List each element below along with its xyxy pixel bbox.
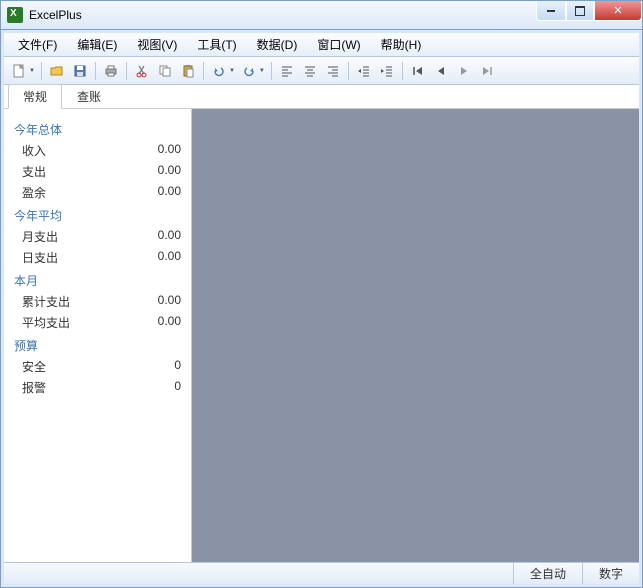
row-cumulative-expense: 累计支出0.00	[14, 291, 181, 312]
menu-help[interactable]: 帮助(H)	[371, 34, 432, 55]
undo-dropdown-icon[interactable]: ▼	[229, 68, 237, 74]
next-button[interactable]	[453, 60, 475, 82]
menu-bar: 文件(F) 编辑(E) 视图(V) 工具(T) 数据(D) 窗口(W) 帮助(H…	[4, 33, 639, 57]
status-auto: 全自动	[513, 563, 582, 584]
row-alarm: 报警0	[14, 377, 181, 398]
app-icon	[7, 7, 23, 23]
section-year-avg: 今年平均	[14, 203, 181, 226]
open-button[interactable]	[46, 60, 68, 82]
maximize-button[interactable]	[566, 1, 594, 21]
row-expense: 支出0.00	[14, 161, 181, 182]
redo-button[interactable]	[238, 60, 260, 82]
menu-edit[interactable]: 编辑(E)	[67, 34, 127, 55]
sidebar-panel: 今年总体 收入0.00 支出0.00 盈余0.00 今年平均 月支出0.00 日…	[4, 109, 192, 562]
tab-general[interactable]: 常规	[8, 84, 62, 109]
align-center-button[interactable]	[299, 60, 321, 82]
menu-tools[interactable]: 工具(T)	[187, 34, 246, 55]
section-year-total: 今年总体	[14, 117, 181, 140]
status-bar: 全自动 数字	[4, 562, 639, 584]
section-this-month: 本月	[14, 268, 181, 291]
menu-view[interactable]: 视图(V)	[127, 34, 187, 55]
menu-file[interactable]: 文件(F)	[8, 34, 67, 55]
indent-decrease-button[interactable]	[353, 60, 375, 82]
prev-button[interactable]	[430, 60, 452, 82]
toolbar: ▼ ▼ ▼	[4, 57, 639, 85]
menu-window[interactable]: 窗口(W)	[307, 34, 370, 55]
row-daily-expense: 日支出0.00	[14, 247, 181, 268]
copy-button[interactable]	[154, 60, 176, 82]
align-left-button[interactable]	[276, 60, 298, 82]
minimize-button[interactable]	[536, 1, 566, 21]
close-button[interactable]	[594, 1, 642, 21]
content-area: 今年总体 收入0.00 支出0.00 盈余0.00 今年平均 月支出0.00 日…	[4, 109, 639, 562]
new-dropdown-icon[interactable]: ▼	[29, 68, 37, 74]
new-button[interactable]	[8, 60, 30, 82]
row-avg-expense: 平均支出0.00	[14, 312, 181, 333]
first-button[interactable]	[407, 60, 429, 82]
save-button[interactable]	[69, 60, 91, 82]
cut-button[interactable]	[131, 60, 153, 82]
undo-button[interactable]	[208, 60, 230, 82]
align-right-button[interactable]	[322, 60, 344, 82]
row-income: 收入0.00	[14, 140, 181, 161]
menu-data[interactable]: 数据(D)	[247, 34, 308, 55]
status-num: 数字	[582, 563, 639, 584]
tab-ledger[interactable]: 查账	[62, 84, 116, 109]
print-button[interactable]	[100, 60, 122, 82]
redo-dropdown-icon[interactable]: ▼	[259, 68, 267, 74]
tab-bar: 常规 查账	[4, 85, 639, 109]
workspace	[192, 109, 639, 562]
window-controls	[536, 1, 642, 21]
row-surplus: 盈余0.00	[14, 182, 181, 203]
paste-button[interactable]	[177, 60, 199, 82]
app-title: ExcelPlus	[29, 8, 82, 22]
section-budget: 预算	[14, 333, 181, 356]
row-monthly-expense: 月支出0.00	[14, 226, 181, 247]
row-safe: 安全0	[14, 356, 181, 377]
indent-increase-button[interactable]	[376, 60, 398, 82]
last-button[interactable]	[476, 60, 498, 82]
title-bar: ExcelPlus	[0, 0, 643, 30]
